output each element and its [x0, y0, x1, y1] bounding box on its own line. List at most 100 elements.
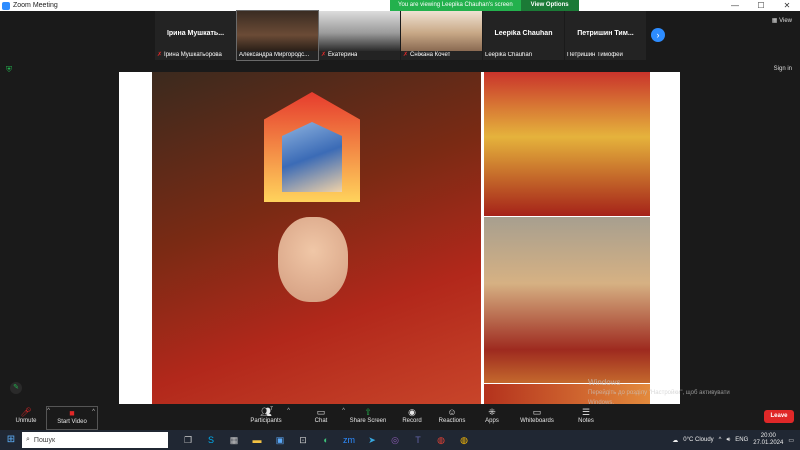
telegram-icon[interactable]: ➤ — [362, 432, 382, 448]
taskbar-search-input[interactable]: ⌕ Пошук — [22, 432, 168, 448]
participant-big-name: Leepika Chauhan — [494, 30, 553, 37]
calculator-icon[interactable]: ▦ — [224, 432, 244, 448]
weather-text[interactable]: 0°C Cloudy — [683, 437, 713, 443]
whiteboard-icon: ▭ — [532, 407, 542, 417]
notes-label: Notes — [578, 418, 594, 424]
wedding-photo-top — [484, 72, 650, 216]
participant-gallery: Ірина Мушкать... ✗ Ірина Мушкатьорова Але… — [155, 10, 646, 61]
leave-button[interactable]: Leave — [764, 410, 794, 423]
chat-button[interactable]: ▭ Chat ^ — [295, 406, 347, 430]
skype-icon[interactable]: S — [201, 432, 221, 448]
participant-tile[interactable]: Leepika Chauhan Leepika Chauhan — [483, 11, 564, 60]
start-video-label: Start Video — [57, 419, 87, 425]
chrome-icon[interactable]: ◍ — [431, 432, 451, 448]
participant-video — [237, 11, 318, 51]
participant-tile[interactable]: ✗ Сніжана Кочет — [401, 11, 482, 60]
photos-icon[interactable]: ▣ — [270, 432, 290, 448]
minimize-button[interactable]: — — [722, 0, 748, 11]
participants-count: 7 — [270, 406, 273, 412]
unmute-button[interactable]: 🎤︎ Unmute ^ — [0, 406, 52, 430]
view-button[interactable]: ▦ View — [772, 17, 792, 24]
participant-label: ✗ Сніжана Кочет — [403, 51, 451, 59]
muted-mic-icon: ✗ — [403, 52, 409, 58]
notifications-icon[interactable]: ▭ — [788, 437, 794, 444]
watermark-line: Перейдіть до розділу "Настройки", щоб ак… — [588, 390, 730, 396]
tray-chevron-up-icon[interactable]: ^ — [719, 437, 722, 443]
share-banner-message: You are viewing Leepika Chauhan's screen — [390, 0, 521, 11]
view-options-button[interactable]: View Options — [520, 0, 579, 11]
share-screen-label: Share Screen — [349, 418, 387, 424]
participant-label: ✗ Ірина Мушкатьорова — [157, 51, 222, 59]
participants-button[interactable]: 👥︎ 7 Participants ^ — [240, 406, 292, 430]
clock-time: 20:00 — [760, 433, 776, 439]
participant-tile[interactable]: ✗ Екатерина — [319, 11, 400, 60]
window-controls: — ☐ ✕ — [722, 0, 800, 11]
participant-tile[interactable]: Александра Миргородс... — [236, 10, 319, 61]
unmute-label: Unmute — [15, 418, 37, 424]
file-explorer-icon[interactable]: ▬ — [247, 432, 267, 448]
view-label: View — [779, 18, 792, 24]
window-title: Zoom Meeting — [13, 2, 58, 9]
participant-label: Leepika Chauhan — [485, 52, 532, 58]
chevron-up-icon[interactable]: ^ — [287, 408, 290, 414]
video-off-icon: ■ — [69, 408, 75, 418]
sign-in-button[interactable]: Sign in — [774, 66, 792, 72]
participant-name: Александра Миргородс... — [239, 52, 310, 58]
maximize-button[interactable]: ☐ — [748, 0, 774, 11]
participant-tile[interactable]: Петришин Тим... Петришин Тимофей — [565, 11, 646, 60]
store-icon[interactable]: ⊡ — [293, 432, 313, 448]
record-label: Record — [402, 418, 422, 424]
participant-label: ✗ Екатерина — [321, 51, 358, 59]
muted-mic-icon: ✗ — [157, 52, 163, 58]
whiteboards-button[interactable]: ▭ Whiteboards — [511, 406, 563, 430]
viber-icon[interactable]: ◎ — [385, 432, 405, 448]
participant-big-name: Петришин Тим... — [577, 30, 634, 37]
system-tray: ☁ 0°C Cloudy ^ 🔊︎ ENG 20:00 27.01.2024 ▭ — [672, 430, 794, 450]
volume-icon[interactable]: 🔊︎ — [727, 437, 731, 444]
participant-name: Петришин Тимофей — [567, 52, 623, 58]
close-button[interactable]: ✕ — [774, 0, 800, 11]
windows-start-icon[interactable]: ⊞ — [0, 430, 22, 450]
participant-name: Leepika Chauhan — [485, 52, 533, 58]
muted-microphone-icon: 🎤︎ — [20, 407, 32, 417]
gallery-next-button[interactable]: › — [651, 28, 665, 42]
participant-name: Екатерина — [328, 51, 358, 58]
chevron-up-icon[interactable]: ^ — [92, 409, 95, 415]
security-shield-icon[interactable]: ⛨ — [6, 66, 14, 74]
participant-name: Ірина Мушкатьорова — [164, 51, 222, 58]
edge-icon[interactable]: ◐ — [316, 432, 336, 448]
participants-icon: 👥︎ — [260, 407, 272, 417]
participant-tile[interactable]: Ірина Мушкать... ✗ Ірина Мушкатьорова — [155, 11, 236, 60]
watermark-line: Windows — [588, 378, 621, 387]
reactions-label: Reactions — [438, 418, 466, 424]
zoom-logo-icon — [2, 1, 10, 10]
participant-big-name: Ірина Мушкать... — [166, 30, 225, 37]
zoom-app-icon[interactable]: zm — [339, 432, 359, 448]
clock[interactable]: 20:00 27.01.2024 — [753, 433, 783, 447]
chat-icon: ▭ — [316, 407, 326, 417]
participant-video — [319, 11, 400, 51]
chat-label: Chat — [314, 418, 328, 424]
notes-button[interactable]: ☰ Notes — [560, 406, 612, 430]
meeting-toolbar: 🎤︎ Unmute ^ ■ Start Video ^ 👥︎ 7 Partici… — [0, 404, 800, 430]
notes-icon: ☰ — [581, 407, 591, 417]
participant-name: Сніжана Кочет — [410, 51, 451, 58]
weather-cloud-icon[interactable]: ☁ — [672, 437, 678, 444]
taskbar-apps: ❐ S ▦ ▬ ▣ ⊡ ◐ zm ➤ ◎ T ◍ ◍ — [178, 432, 474, 448]
bride-face — [278, 217, 348, 302]
chrome-profile-icon[interactable]: ◍ — [454, 432, 474, 448]
crown-artwork — [282, 122, 342, 192]
task-view-icon[interactable]: ❐ — [178, 432, 198, 448]
search-placeholder: Пошук — [33, 436, 56, 444]
bride-photo-main — [152, 72, 481, 404]
share-banner: You are viewing Leepika Chauhan's screen… — [390, 0, 579, 11]
teams-icon[interactable]: T — [408, 432, 428, 448]
muted-mic-icon: ✗ — [321, 52, 327, 58]
start-video-button[interactable]: ■ Start Video ^ — [46, 406, 98, 430]
language-indicator[interactable]: ENG — [735, 437, 748, 443]
annotate-pencil-icon[interactable]: ✎ — [10, 382, 22, 394]
apps-label: Apps — [485, 418, 499, 424]
whiteboards-label: Whiteboards — [520, 418, 554, 424]
participant-label: Петришин Тимофей — [567, 52, 623, 58]
clock-date: 27.01.2024 — [753, 440, 784, 446]
